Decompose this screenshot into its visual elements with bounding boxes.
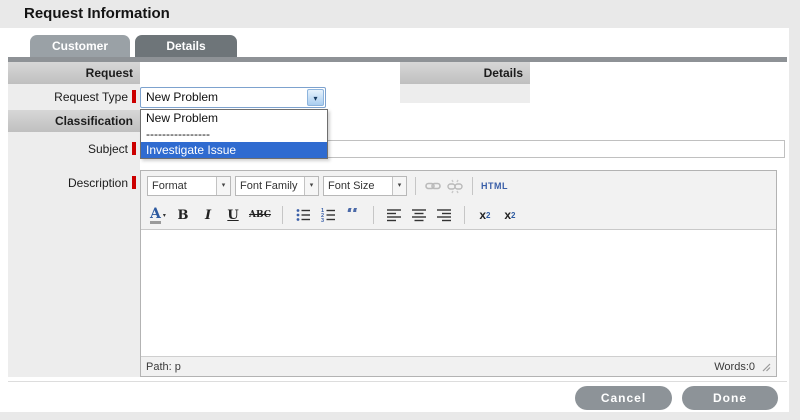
svg-text:3: 3 xyxy=(321,218,324,223)
page-title: Request Information xyxy=(24,5,170,22)
cancel-button[interactable]: Cancel xyxy=(575,386,672,410)
bullet-list-icon[interactable] xyxy=(294,206,312,224)
request-type-selected-value: New Problem xyxy=(146,90,219,104)
underline-button[interactable]: U xyxy=(224,206,242,224)
description-text-area[interactable] xyxy=(141,229,776,356)
numbered-list-icon[interactable]: 123 xyxy=(319,206,337,224)
html-source-button[interactable]: HTML xyxy=(481,177,508,195)
description-label: Description xyxy=(8,176,136,190)
font-family-select[interactable]: Font Family ▾ xyxy=(235,176,319,196)
font-color-button[interactable]: A ▾ xyxy=(149,206,167,224)
required-marker xyxy=(132,176,136,189)
dropdown-option[interactable]: New Problem xyxy=(141,110,327,126)
section-header-details: Details xyxy=(400,62,530,84)
bottom-margin xyxy=(0,412,800,420)
editor-toolbar-row2: A ▾ B I U ABC 123 “ x2 x2 xyxy=(141,201,776,229)
toolbar-separator xyxy=(463,206,465,224)
tab-customer[interactable]: Customer xyxy=(30,35,130,57)
required-marker xyxy=(132,142,136,155)
window-titlebar: Request Information xyxy=(0,0,800,28)
required-marker xyxy=(132,90,136,103)
request-type-select[interactable]: New Problem ▾ xyxy=(140,87,326,108)
toolbar-separator xyxy=(472,177,473,195)
request-type-select-arrow[interactable]: ▾ xyxy=(307,89,324,106)
remove-link-icon[interactable] xyxy=(446,177,464,195)
bold-button[interactable]: B xyxy=(174,206,192,224)
chevron-down-icon: ▾ xyxy=(216,177,230,195)
italic-button[interactable]: I xyxy=(199,206,217,224)
toolbar-separator xyxy=(281,206,283,224)
chevron-down-icon: ▾ xyxy=(304,177,318,195)
dropdown-option-highlighted[interactable]: Investigate Issue xyxy=(141,142,327,158)
dropdown-option-separator[interactable]: ---------------- xyxy=(141,126,327,142)
chevron-down-icon: ▾ xyxy=(392,177,406,195)
blockquote-icon[interactable]: “ xyxy=(344,208,362,222)
insert-link-icon[interactable] xyxy=(424,177,442,195)
align-center-icon[interactable] xyxy=(410,206,428,224)
word-count: Words:0 xyxy=(714,360,755,373)
align-right-icon[interactable] xyxy=(435,206,453,224)
details-empty-row xyxy=(400,84,530,103)
align-left-icon[interactable] xyxy=(385,206,403,224)
footer-divider xyxy=(8,381,787,382)
tab-details[interactable]: Details xyxy=(135,35,237,57)
chevron-down-icon: ▾ xyxy=(162,212,166,219)
editor-toolbar-row1: Format ▾ Font Family ▾ Font Size ▾ HTML xyxy=(141,171,776,201)
font-size-select[interactable]: Font Size ▾ xyxy=(323,176,407,196)
toolbar-separator xyxy=(372,206,374,224)
strikethrough-button[interactable]: ABC xyxy=(249,206,271,224)
right-margin xyxy=(789,28,800,420)
resize-grip-icon[interactable] xyxy=(760,361,771,372)
request-type-dropdown-list: New Problem ---------------- Investigate… xyxy=(140,109,328,159)
subscript-button[interactable]: x2 xyxy=(476,206,494,224)
done-button[interactable]: Done xyxy=(682,386,778,410)
toolbar-separator xyxy=(415,177,416,195)
description-rich-text-editor: Format ▾ Font Family ▾ Font Size ▾ HTML … xyxy=(140,170,777,377)
editor-path: Path: p xyxy=(146,360,181,373)
subject-label: Subject xyxy=(8,142,136,156)
editor-status-bar: Path: p Words:0 xyxy=(141,356,776,376)
chevron-down-icon: ▾ xyxy=(313,94,318,103)
superscript-button[interactable]: x2 xyxy=(501,206,519,224)
section-header-classification: Classification xyxy=(8,110,140,132)
section-header-request: Request xyxy=(8,62,140,84)
request-type-label: Request Type xyxy=(8,90,136,104)
format-select[interactable]: Format ▾ xyxy=(147,176,231,196)
